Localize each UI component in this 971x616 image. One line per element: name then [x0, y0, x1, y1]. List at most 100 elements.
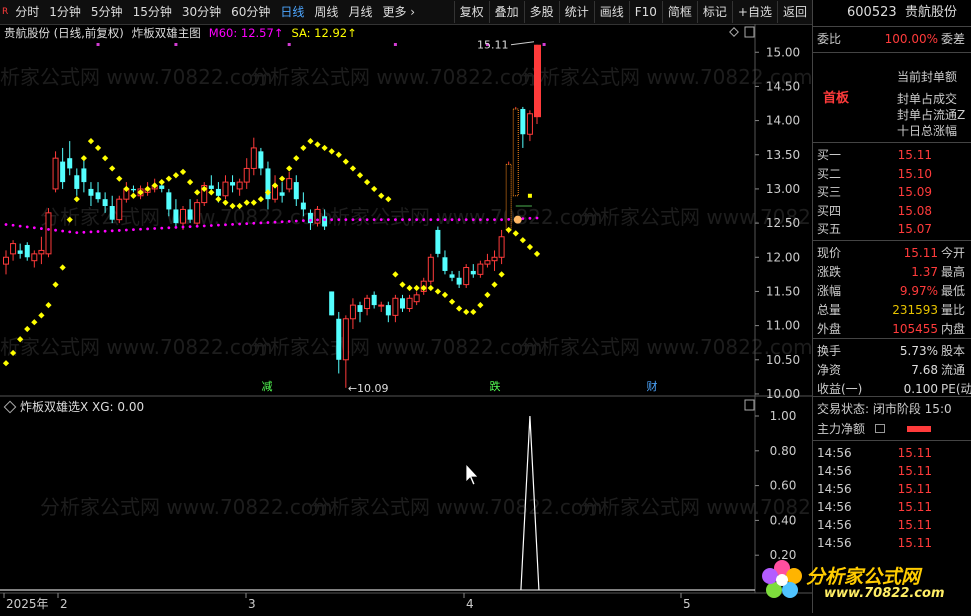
sar-dot — [194, 189, 201, 196]
quote-row: 涨幅 9.97% 最低 — [813, 282, 971, 300]
toolbar-button-3[interactable]: 统计 — [558, 1, 594, 23]
sar-dot — [94, 144, 102, 152]
toolbar-button-2[interactable]: 多股 — [523, 1, 559, 23]
period-tab-0[interactable]: 分时 — [10, 1, 44, 23]
ma-dot — [231, 222, 234, 226]
window-icon — [744, 26, 755, 38]
ma-dot — [188, 225, 192, 229]
sar-dot — [342, 158, 349, 165]
ma-dot — [110, 229, 114, 233]
ma-dot — [132, 228, 135, 232]
candle-body — [329, 291, 335, 316]
ma-dot — [301, 219, 305, 223]
ma-dot — [379, 218, 383, 222]
ma-dot — [139, 227, 142, 231]
date-label: 2025年 — [6, 597, 49, 611]
period-tab-8[interactable]: 月线 — [343, 1, 377, 23]
watermark-text: 分析家公式网 www.70822.com — [250, 335, 543, 359]
period-tab-7[interactable]: 周线 — [309, 1, 343, 23]
period-tab-1[interactable]: 1分钟 — [44, 1, 86, 23]
weibi-label: 委比 — [817, 32, 842, 46]
tick-price: 15.11 — [897, 500, 932, 514]
stock-info: 贵航股份 (日线,前复权) — [4, 26, 124, 40]
ma-dot — [124, 228, 128, 232]
sar-dot — [470, 308, 477, 316]
candle-body — [243, 167, 250, 183]
buy-label: 买三 — [817, 185, 842, 199]
toolbar-button-7[interactable]: 标记 — [696, 1, 732, 23]
chart-area[interactable]: 分析家公式网 www.70822.com 分析家公式网 www.70822.com… — [0, 24, 873, 613]
candle-body — [427, 256, 434, 282]
toolbar-button-0[interactable]: 复权 — [453, 1, 489, 23]
ma-dot — [507, 217, 511, 221]
period-tab-9[interactable]: 更多 › — [377, 1, 420, 23]
sar-dot — [512, 230, 519, 237]
sar-dot — [356, 172, 364, 179]
buy-label: 买一 — [817, 148, 842, 162]
info-line-3: 十日总涨幅 — [813, 122, 971, 140]
quote-row: 涨跌 1.37 最高 — [813, 263, 971, 281]
candle-body — [336, 318, 342, 360]
sar-dot — [80, 155, 87, 162]
price-axis-label: 14.50 — [766, 79, 800, 93]
stats-row: 换手 5.73% 股本 — [813, 342, 971, 360]
signal-dot — [287, 43, 291, 46]
period-tab-4[interactable]: 30分钟 — [177, 1, 226, 23]
candle-body — [208, 185, 214, 189]
candle-body — [300, 202, 306, 210]
m60-value: M60: 12.57↑ — [208, 26, 284, 40]
stats-label: 净资 — [817, 363, 842, 377]
sar-dot — [533, 250, 541, 257]
sar-dot — [335, 151, 342, 158]
toolbar-button-9[interactable]: 返回 — [776, 1, 812, 23]
sub-axis-label: 1.00 — [770, 409, 797, 423]
toolbar-button-6[interactable]: 简框 — [661, 1, 697, 23]
ma-dot — [386, 218, 390, 222]
logo-url: www.70822.com — [824, 586, 945, 601]
ma-dot — [294, 219, 298, 223]
low-annotation: ←10.09 — [348, 382, 389, 395]
ma-dot — [89, 230, 93, 234]
candle-body — [520, 108, 526, 135]
signal-dot — [542, 43, 546, 46]
date-label: 3 — [248, 597, 256, 611]
tick-price: 15.11 — [897, 536, 932, 550]
tick-row: 14:56 15.11 — [813, 444, 971, 462]
period-tab-5[interactable]: 60分钟 — [226, 1, 275, 23]
candle-body — [67, 158, 73, 169]
sar-dot — [321, 144, 328, 152]
list-icon[interactable] — [875, 424, 885, 433]
watermark-text: 分析家公式网 www.70822.com — [250, 65, 543, 89]
tick-time: 14:56 — [817, 446, 852, 460]
buy-price: 15.10 — [897, 166, 932, 181]
toolbar-button-1[interactable]: 叠加 — [488, 1, 524, 23]
tick-row: 14:56 15.11 — [813, 480, 971, 498]
watermark-text: 分析家公式网 www.70822.com — [310, 495, 603, 519]
tick-price: 15.11 — [897, 482, 932, 496]
candle-body — [456, 277, 462, 285]
buy-level-row: 买三 15.09 — [813, 183, 971, 201]
signal-dot — [393, 43, 397, 46]
ma-dot — [521, 217, 525, 221]
sa-value: SA: 12.92↑ — [291, 26, 357, 40]
sar-dot — [257, 196, 264, 203]
toolbar-button-8[interactable]: +自选 — [731, 1, 777, 23]
formula-name[interactable]: 炸板双雄主图 — [132, 25, 201, 41]
stats-value: 7.68 — [911, 363, 938, 377]
toolbar-button-4[interactable]: 画线 — [593, 1, 629, 23]
period-tab-3[interactable]: 15分钟 — [128, 1, 177, 23]
quote-value: 231593 — [892, 303, 938, 317]
period-tab-6[interactable]: 日线 — [275, 1, 309, 23]
candle-body — [173, 209, 179, 224]
tick-row: 14:56 15.11 — [813, 462, 971, 480]
indicator-info-line: 贵航股份 (日线,前复权) 炸板双雄主图 M60: 12.57↑ SA: 12.… — [0, 25, 365, 41]
toolbar-button-5[interactable]: F10 — [628, 1, 662, 23]
ma-dot — [365, 218, 369, 222]
quote-value: 9.97% — [899, 284, 938, 298]
mouse-cursor-icon — [465, 462, 479, 486]
period-tab-2[interactable]: 5分钟 — [86, 1, 128, 23]
trade-state: 交易状态: 闭市阶段 15:0 — [817, 402, 952, 416]
sar-dot — [293, 155, 300, 162]
main-flow-bar — [907, 426, 931, 432]
sar-dot — [45, 301, 52, 309]
